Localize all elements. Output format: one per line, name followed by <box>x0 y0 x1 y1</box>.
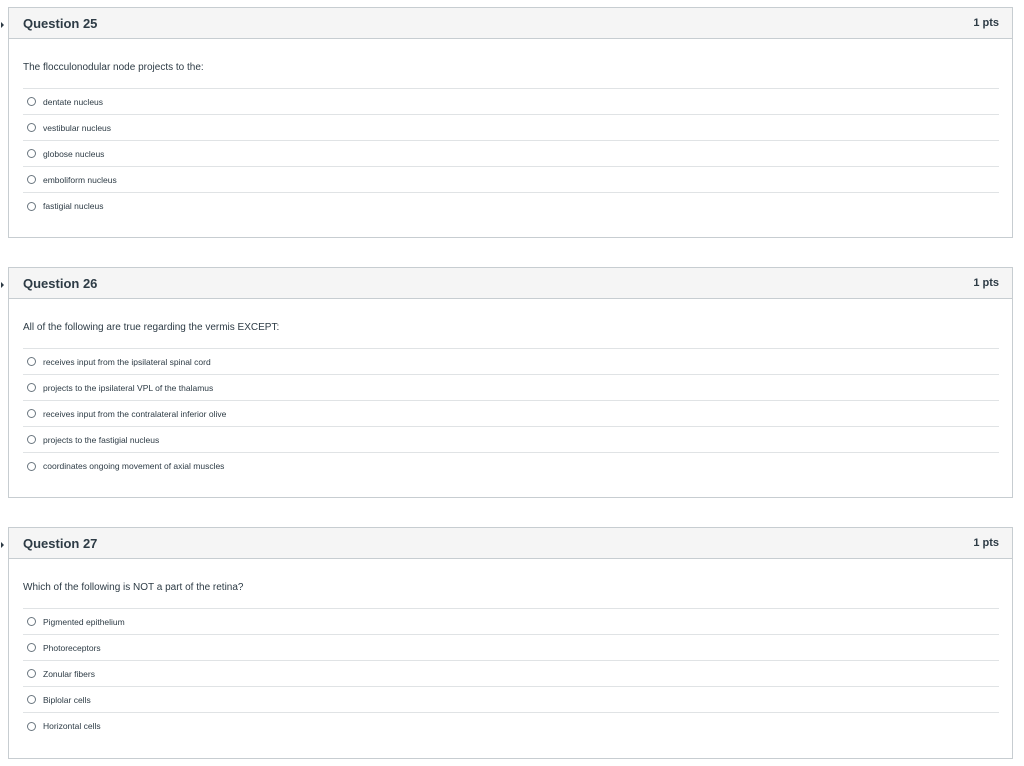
answer-label: receives input from the ipsilateral spin… <box>43 356 211 367</box>
radio-button[interactable] <box>27 123 36 132</box>
question-header: Question 27 1 pts <box>9 528 1012 559</box>
answer-label: fastigial nucleus <box>43 201 104 211</box>
answer-label: projects to the fastigial nucleus <box>43 434 160 445</box>
question-card: Question 26 1 pts All of the following a… <box>1 267 1013 498</box>
question-card: Question 27 1 pts Which of the following… <box>1 527 1013 759</box>
answer-label: Photoreceptors <box>43 642 101 653</box>
question-title: Question 27 <box>23 535 98 551</box>
answer-label: Horizontal cells <box>43 721 101 731</box>
radio-button[interactable] <box>27 409 36 418</box>
question-title: Question 25 <box>23 15 98 31</box>
answer-option[interactable]: dentate nucleus <box>23 89 999 115</box>
answer-label: Zonular fibers <box>43 668 95 679</box>
question-points: 1 pts <box>973 537 999 549</box>
answer-list: dentate nucleus vestibular nucleus globo… <box>23 88 999 219</box>
radio-button[interactable] <box>27 721 36 731</box>
radio-button[interactable] <box>27 643 36 652</box>
radio-button[interactable] <box>27 201 36 211</box>
radio-button[interactable] <box>27 175 36 184</box>
answer-option[interactable]: receives input from the contralateral in… <box>23 401 999 427</box>
answer-option[interactable]: Pigmented epithelium <box>23 609 999 635</box>
question-text: All of the following are true regarding … <box>23 322 280 333</box>
radio-button[interactable] <box>27 149 36 158</box>
answer-option[interactable]: fastigial nucleus <box>23 193 999 219</box>
answer-option[interactable]: Photoreceptors <box>23 635 999 661</box>
answer-option[interactable]: receives input from the ipsilateral spin… <box>23 349 999 375</box>
answer-option[interactable]: Horizontal cells <box>23 713 999 739</box>
radio-button[interactable] <box>27 617 36 626</box>
question-text: The flocculonodular node projects to the… <box>23 62 204 73</box>
question-card: Question 25 1 pts The flocculonodular no… <box>1 7 1013 238</box>
radio-button[interactable] <box>27 695 36 704</box>
answer-option[interactable]: globose nucleus <box>23 141 999 167</box>
answer-option[interactable]: projects to the fastigial nucleus <box>23 427 999 453</box>
question-marker-icon <box>1 282 4 288</box>
answer-option[interactable]: emboliform nucleus <box>23 167 999 193</box>
answer-label: Pigmented epithelium <box>43 616 125 627</box>
question-points: 1 pts <box>973 277 999 289</box>
answer-label: receives input from the contralateral in… <box>43 408 227 419</box>
question-title: Question 26 <box>23 275 98 291</box>
answer-label: projects to the ipsilateral VPL of the t… <box>43 382 214 393</box>
answer-option[interactable]: coordinates ongoing movement of axial mu… <box>23 453 999 479</box>
question-marker-icon <box>1 542 4 548</box>
question-header: Question 25 1 pts <box>9 8 1012 39</box>
answer-label: coordinates ongoing movement of axial mu… <box>43 461 225 471</box>
question-text: Which of the following is NOT a part of … <box>23 582 244 593</box>
question-points: 1 pts <box>973 17 999 29</box>
answer-option[interactable]: Biplolar cells <box>23 687 999 713</box>
radio-button[interactable] <box>27 357 36 366</box>
answer-label: dentate nucleus <box>43 96 104 107</box>
radio-button[interactable] <box>27 461 36 471</box>
question-marker-icon <box>1 22 4 28</box>
radio-button[interactable] <box>27 383 36 392</box>
answer-label: vestibular nucleus <box>43 122 112 133</box>
answer-label: emboliform nucleus <box>43 174 117 185</box>
answer-option[interactable]: projects to the ipsilateral VPL of the t… <box>23 375 999 401</box>
answer-label: Biplolar cells <box>43 694 91 705</box>
radio-button[interactable] <box>27 97 36 106</box>
answer-label: globose nucleus <box>43 148 105 159</box>
radio-button[interactable] <box>27 669 36 678</box>
answer-list: Pigmented epithelium Photoreceptors Zonu… <box>23 608 999 739</box>
answer-option[interactable]: Zonular fibers <box>23 661 999 687</box>
radio-button[interactable] <box>27 435 36 444</box>
answer-list: receives input from the ipsilateral spin… <box>23 348 999 479</box>
answer-option[interactable]: vestibular nucleus <box>23 115 999 141</box>
question-header: Question 26 1 pts <box>9 268 1012 299</box>
